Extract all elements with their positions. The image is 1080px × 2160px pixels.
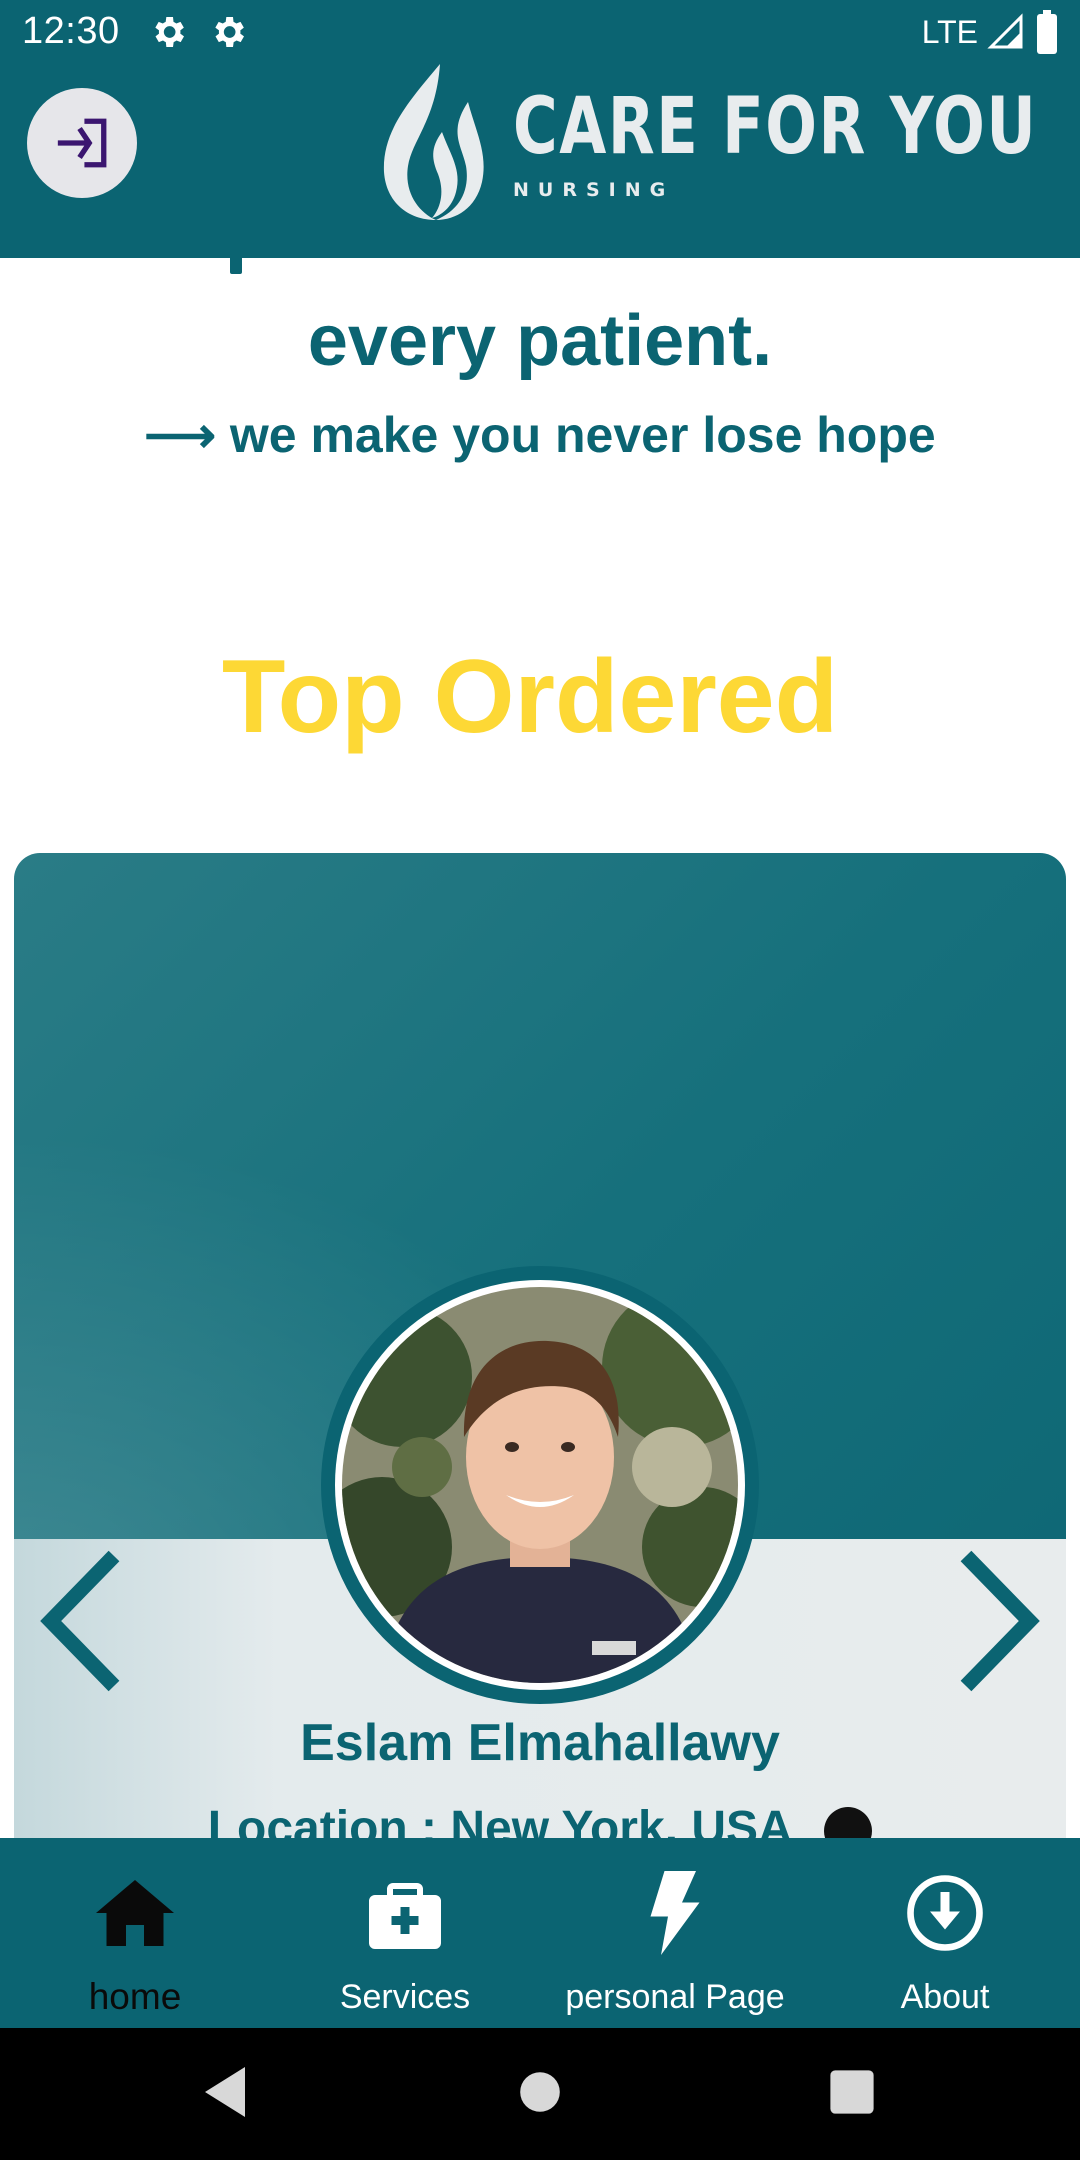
battery-icon	[1037, 10, 1057, 54]
medical-kit-icon	[360, 1868, 450, 1958]
location-text: Location : New York, USA	[207, 1802, 791, 1838]
logo-title: CARE FOR YOU	[513, 82, 1038, 172]
avatar-frame	[321, 1266, 759, 1704]
top-ordered-title: Top Ordered	[221, 639, 839, 755]
login-icon	[57, 118, 107, 168]
home-circle-icon[interactable]	[518, 2062, 562, 2122]
lightning-icon	[630, 1868, 720, 1958]
home-icon	[90, 1868, 180, 1958]
nav-label-about: About	[900, 1978, 990, 2016]
nav-services[interactable]: Services	[270, 1838, 540, 2028]
download-circle-icon	[900, 1868, 990, 1958]
avatar[interactable]	[342, 1287, 738, 1683]
chevron-right-icon[interactable]	[946, 1546, 1046, 1696]
status-right-group: LTE	[922, 10, 1060, 54]
home-content[interactable]: every patient. ⟶ we make you never lose …	[0, 258, 1080, 1838]
nurse-location: Location : New York, USA	[14, 1801, 1066, 1838]
recents-icon[interactable]	[828, 2062, 876, 2122]
status-time: 12:30	[22, 10, 120, 52]
signal-icon	[987, 13, 1023, 49]
nurse-name: Eslam Elmahallawy	[300, 1714, 780, 1772]
gear-icon	[155, 17, 184, 47]
person-photo	[342, 1287, 738, 1683]
app-screen: 12:30 LTE CARE FOR YOU NURSING every pat…	[0, 0, 1080, 2160]
hero-tagline: ⟶ we make you never lose hope	[144, 407, 936, 463]
nurse-card[interactable]: Eslam Elmahallawy Location : New York, U…	[14, 853, 1066, 1838]
chevron-left-icon[interactable]	[34, 1546, 134, 1696]
person-pin-icon	[824, 1807, 873, 1838]
nav-label-home: home	[88, 1976, 182, 2017]
back-icon[interactable]	[200, 2062, 250, 2122]
nav-label-services: Services	[339, 1978, 471, 2016]
flame-icon	[383, 64, 484, 220]
network-type: LTE	[921, 13, 978, 50]
nav-label-personal-page: personal Page	[565, 1978, 785, 2016]
logo-subtitle: NURSING	[513, 179, 675, 201]
status-bar: 12:30 LTE	[0, 0, 1080, 66]
brand-logo: CARE FOR YOU NURSING	[378, 62, 1036, 232]
system-navigation-bar	[0, 2028, 1080, 2160]
gear-icon	[215, 17, 244, 47]
clipped-text-fragment	[230, 258, 242, 274]
hero-headline: every patient.	[307, 301, 773, 381]
bottom-navigation: home Services personal Page About	[0, 1838, 1080, 2028]
nav-personal-page[interactable]: personal Page	[540, 1838, 810, 2028]
login-button[interactable]	[27, 88, 137, 198]
nav-home[interactable]: home	[0, 1838, 270, 2028]
app-header: 12:30 LTE CARE FOR YOU NURSING	[0, 0, 1080, 258]
nav-about[interactable]: About	[810, 1838, 1080, 2028]
